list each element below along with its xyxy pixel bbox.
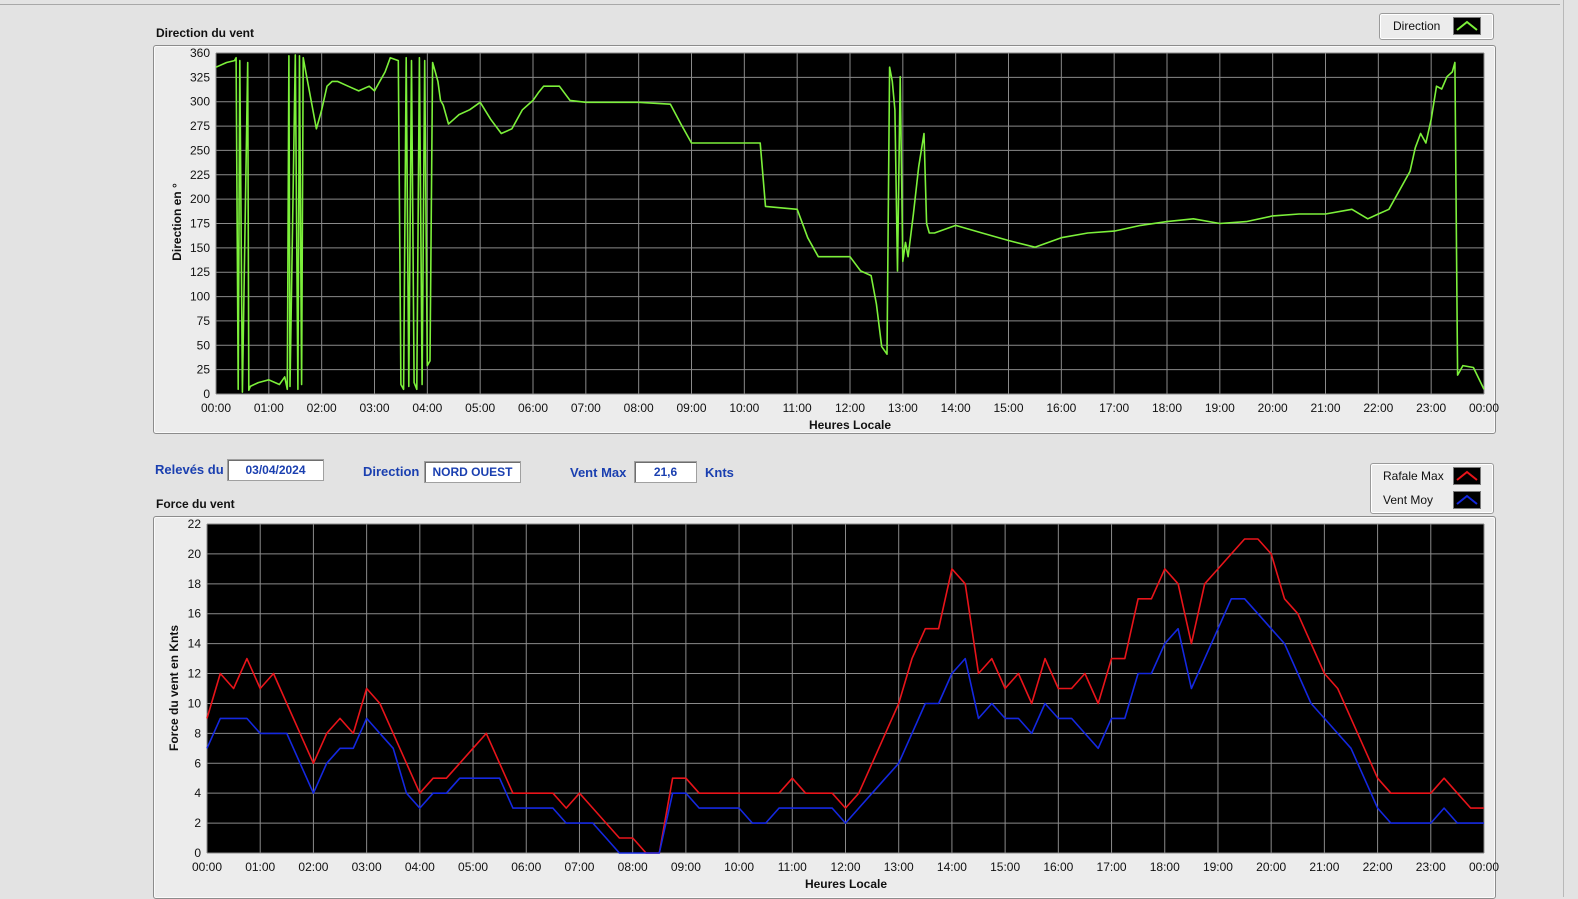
- x-tick-label: 14:00: [937, 860, 967, 874]
- x-tick-label: 23:00: [1416, 860, 1446, 874]
- force-axes: 0 2 4 6 8 10 12 14 16 18 20 22 00:00 01:00 02:00 03:00 0…: [167, 517, 1499, 891]
- x-tick-label: 21:00: [1309, 860, 1339, 874]
- x-tick-label: 20:00: [1256, 860, 1286, 874]
- y-tick-label: 14: [188, 637, 202, 651]
- y-tick-label: 20: [188, 547, 202, 561]
- y-tick-label: 4: [194, 786, 201, 800]
- x-tick-label: 16:00: [1043, 860, 1073, 874]
- x-tick-label: 18:00: [1150, 860, 1180, 874]
- x-tick-label: 02:00: [298, 860, 328, 874]
- y-tick-label: 8: [194, 726, 201, 740]
- x-tick-label: 15:00: [990, 860, 1020, 874]
- x-tick-label: 10:00: [724, 860, 754, 874]
- y-tick-label: 0: [194, 846, 201, 860]
- x-tick-label: 22:00: [1363, 860, 1393, 874]
- x-tick-label: 00:00: [1469, 860, 1499, 874]
- x-tick-label: 17:00: [1097, 860, 1127, 874]
- x-tick-label: 07:00: [564, 860, 594, 874]
- x-tick-label: 08:00: [618, 860, 648, 874]
- x-tick-label: 01:00: [245, 860, 275, 874]
- x-tick-label: 09:00: [671, 860, 701, 874]
- x-tick-label: 13:00: [884, 860, 914, 874]
- x-tick-label: 00:00: [192, 860, 222, 874]
- x-axis-label: Heures Locale: [805, 877, 887, 891]
- x-tick-label: 19:00: [1203, 860, 1233, 874]
- y-tick-label: 18: [188, 577, 202, 591]
- x-tick-label: 03:00: [352, 860, 382, 874]
- y-tick-label: 12: [188, 667, 202, 681]
- x-tick-label: 12:00: [830, 860, 860, 874]
- x-tick-label: 06:00: [511, 860, 541, 874]
- y-tick-label: 22: [188, 517, 202, 531]
- x-tick-label: 05:00: [458, 860, 488, 874]
- y-tick-label: 10: [188, 696, 202, 710]
- y-axis-label: Force du vent en Knts: [167, 625, 181, 751]
- x-tick-label: 11:00: [778, 860, 807, 874]
- y-tick-label: 2: [194, 816, 201, 830]
- x-tick-label: 04:00: [405, 860, 435, 874]
- y-tick-label: 6: [194, 756, 201, 770]
- y-tick-label: 16: [188, 607, 202, 621]
